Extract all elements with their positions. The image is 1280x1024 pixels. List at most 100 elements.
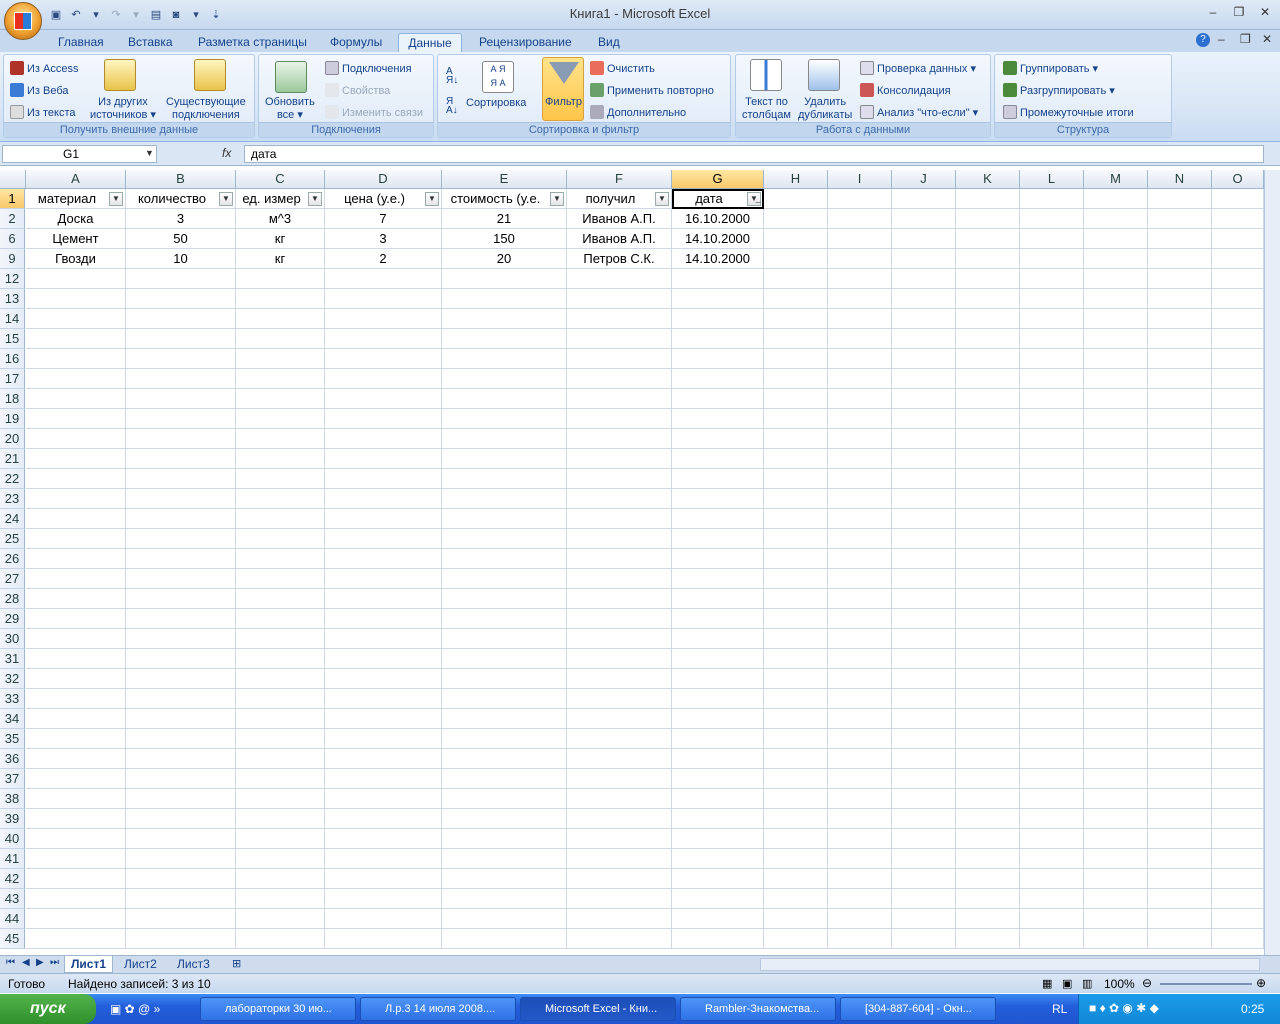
table-cell[interactable] [956,249,1020,269]
table-cell[interactable] [1020,849,1084,869]
table-cell[interactable] [567,489,672,509]
table-cell[interactable] [956,449,1020,469]
table-cell[interactable] [567,829,672,849]
table-cell[interactable] [26,269,126,289]
column-header-O[interactable]: O [1212,170,1264,189]
table-cell[interactable] [828,269,892,289]
table-cell[interactable] [892,449,956,469]
table-cell[interactable] [325,489,442,509]
table-cell[interactable] [1212,709,1264,729]
table-cell[interactable] [26,509,126,529]
table-cell[interactable] [1020,369,1084,389]
header-cell[interactable] [1020,189,1084,209]
table-cell[interactable] [956,549,1020,569]
table-cell[interactable] [26,429,126,449]
table-cell[interactable] [1020,689,1084,709]
table-cell[interactable] [892,489,956,509]
table-cell[interactable] [567,409,672,429]
table-cell[interactable] [26,629,126,649]
table-cell[interactable] [764,549,828,569]
table-cell[interactable] [672,309,764,329]
table-cell[interactable] [1212,849,1264,869]
table-cell[interactable] [26,649,126,669]
table-cell[interactable] [956,269,1020,289]
filter-dropdown-icon[interactable]: ▼ [425,192,439,206]
table-cell[interactable] [1212,609,1264,629]
table-cell[interactable] [442,369,567,389]
table-cell[interactable] [126,529,236,549]
table-cell[interactable] [126,909,236,929]
table-cell[interactable] [1148,869,1212,889]
table-cell[interactable] [828,669,892,689]
column-header-C[interactable]: C [236,170,325,189]
table-cell[interactable] [442,349,567,369]
header-cell[interactable]: материал ▼ [26,189,126,209]
table-cell[interactable] [26,769,126,789]
table-cell[interactable] [1212,889,1264,909]
table-cell[interactable] [828,349,892,369]
filter-dropdown-icon[interactable]: ▼ [655,192,669,206]
table-cell[interactable] [1020,269,1084,289]
row-header[interactable]: 42 [0,869,25,889]
row-header[interactable]: 12 [0,269,25,289]
table-cell[interactable] [442,649,567,669]
table-cell[interactable] [892,629,956,649]
table-cell[interactable] [1084,669,1148,689]
table-cell[interactable] [764,689,828,709]
row-header[interactable]: 37 [0,769,25,789]
table-cell[interactable] [672,909,764,929]
table-cell[interactable] [236,849,325,869]
sheet-nav-next-icon[interactable]: ▶ [36,957,44,968]
table-cell[interactable] [672,569,764,589]
table-cell[interactable] [1212,809,1264,829]
page-break-view-icon[interactable]: ▥ [1082,977,1092,990]
filter-button[interactable]: Фильтр [542,57,584,121]
table-cell[interactable] [892,209,956,229]
table-cell[interactable] [828,249,892,269]
table-cell[interactable] [672,809,764,829]
table-cell[interactable] [956,669,1020,689]
table-cell[interactable] [1212,209,1264,229]
table-cell[interactable] [567,329,672,349]
table-cell[interactable] [672,929,764,949]
table-cell[interactable] [126,709,236,729]
table-cell[interactable] [672,629,764,649]
table-cell[interactable] [236,709,325,729]
table-cell[interactable] [672,729,764,749]
table-cell[interactable]: Иванов А.П. [567,209,672,229]
table-cell[interactable] [828,869,892,889]
row-header[interactable]: 36 [0,749,25,769]
table-cell[interactable] [892,549,956,569]
remove-duplicates-button[interactable]: Удалить дубликаты [798,96,852,122]
table-cell[interactable] [126,789,236,809]
tab-review[interactable]: Рецензирование [473,33,578,52]
table-cell[interactable] [1084,649,1148,669]
table-cell[interactable] [892,469,956,489]
table-cell[interactable] [1148,309,1212,329]
table-cell[interactable] [892,929,956,949]
table-cell[interactable] [567,449,672,469]
row-header[interactable]: 29 [0,609,25,629]
table-cell[interactable] [1212,549,1264,569]
from-web-button[interactable]: Из Веба [10,83,69,98]
table-cell[interactable] [956,569,1020,589]
table-cell[interactable] [1148,229,1212,249]
table-cell[interactable] [1084,769,1148,789]
table-cell[interactable] [1020,749,1084,769]
table-cell[interactable] [442,809,567,829]
table-cell[interactable] [442,529,567,549]
table-cell[interactable] [325,909,442,929]
table-cell[interactable] [892,909,956,929]
table-cell[interactable] [442,889,567,909]
table-cell[interactable] [442,769,567,789]
header-cell[interactable] [892,189,956,209]
table-cell[interactable] [828,529,892,549]
table-cell[interactable] [1148,529,1212,549]
header-cell[interactable] [1084,189,1148,209]
table-cell[interactable] [672,829,764,849]
table-cell[interactable] [892,809,956,829]
table-cell[interactable] [1084,509,1148,529]
properties-button[interactable]: Свойства [325,83,390,98]
table-cell[interactable] [567,689,672,709]
table-cell[interactable] [126,649,236,669]
